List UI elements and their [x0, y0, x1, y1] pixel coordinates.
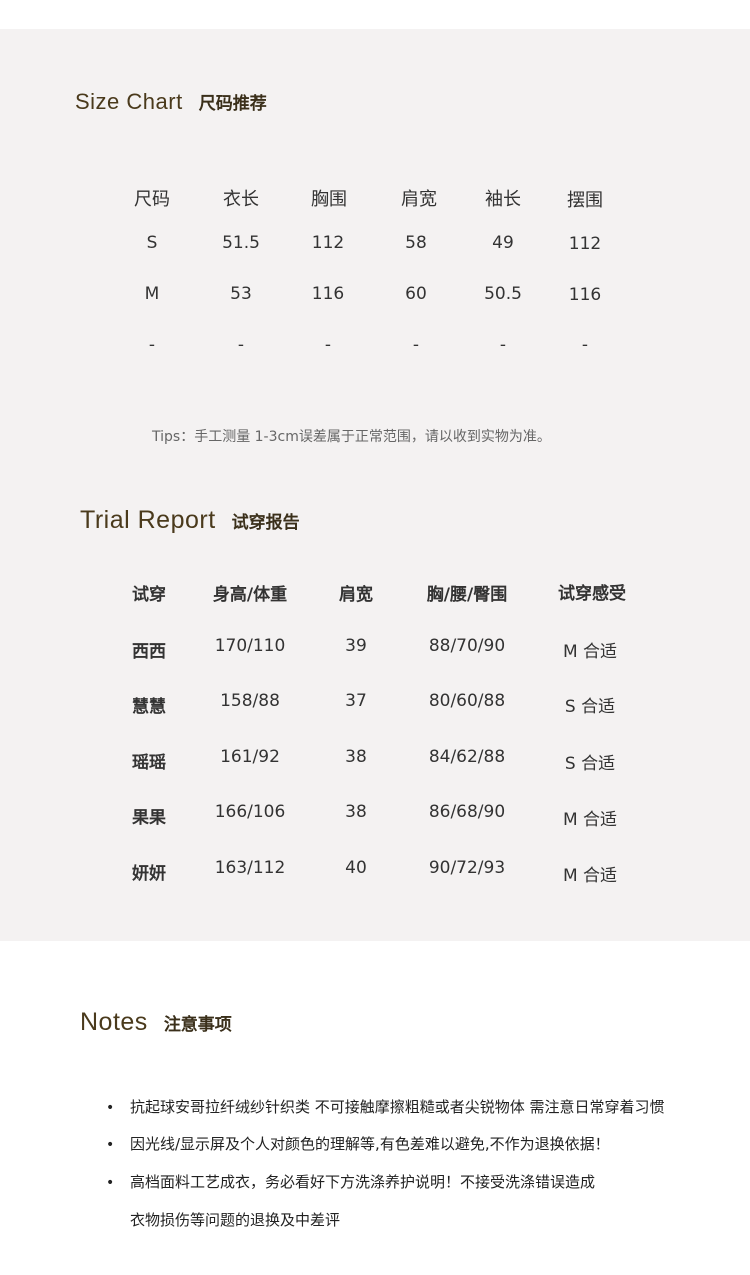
note-item: • 抗起球安哥拉纤绒纱针织类 不可接触摩擦粗糙或者尖锐物体 需注意日常穿着习惯: [106, 1096, 665, 1117]
trial-cell: 38: [345, 747, 367, 767]
size-header-cell: 尺码: [134, 189, 170, 210]
note-item: • 高档面料工艺成衣，务必看好下方洗涤养护说明！不接受洗涤错误造成: [106, 1171, 595, 1192]
trial-header-cell: 身高/体重: [212, 585, 288, 605]
trial-header-cell: 胸/腰/臀围: [426, 585, 508, 605]
trial-cell: 38: [345, 802, 367, 822]
trial-cell: 158/88: [220, 691, 280, 711]
size-cell: 50.5: [484, 284, 522, 304]
size-cell: 112: [311, 233, 345, 253]
size-cell: 49: [492, 233, 514, 253]
size-cell: -: [412, 335, 420, 355]
trial-report-title-en: Trial Report: [80, 506, 216, 534]
trial-cell: M 合适: [562, 866, 618, 886]
trial-cell: 37: [345, 691, 367, 711]
trial-cell: 80/60/88: [428, 691, 506, 711]
size-cell: 112: [568, 234, 602, 254]
trial-cell: 86/68/90: [428, 802, 506, 822]
trial-cell: 90/72/93: [428, 858, 506, 878]
size-header-cell: 衣长: [223, 189, 259, 210]
trial-cell: M 合适: [562, 810, 618, 830]
note-text: 因光线/显示屏及个人对颜色的理解等,有色差难以避免,不作为退换依据！: [130, 1135, 610, 1153]
size-cell: 116: [311, 284, 345, 304]
size-cell: 51.5: [222, 233, 260, 253]
bullet-icon: •: [106, 1175, 115, 1191]
trial-cell: M 合适: [562, 642, 618, 662]
note-continuation: 衣物损伤等问题的退换及中差评: [130, 1211, 341, 1229]
trial-cell: 170/110: [214, 636, 286, 656]
size-cell: -: [581, 335, 589, 355]
trial-cell: 瑶瑶: [132, 753, 166, 773]
size-cell: -: [148, 335, 156, 355]
trial-report-title: Trial Report 试穿报告: [80, 506, 300, 535]
trial-cell: 166/106: [214, 802, 286, 822]
size-trial-panel: [0, 29, 750, 941]
notes-title-cn: 注意事项: [163, 1015, 232, 1035]
trial-cell: 西西: [132, 642, 166, 662]
trial-cell: 88/70/90: [428, 636, 506, 656]
trial-cell: 163/112: [214, 858, 286, 878]
notes-title-en: Notes: [80, 1008, 148, 1036]
trial-cell: 40: [345, 858, 367, 878]
size-chart-title-en: Size Chart: [75, 89, 183, 114]
trial-header-cell: 试穿感受: [558, 584, 626, 604]
size-cell: 53: [230, 284, 252, 304]
notes-title: Notes 注意事项: [80, 1008, 232, 1037]
size-cell: -: [324, 335, 332, 355]
trial-cell: 妍妍: [132, 864, 166, 884]
size-header-cell: 袖长: [485, 189, 521, 210]
trial-cell: 慧慧: [132, 697, 166, 717]
size-header-cell: 肩宽: [401, 189, 437, 210]
size-header-cell: 摆围: [567, 190, 603, 211]
size-cell: -: [237, 335, 245, 355]
size-cell: 58: [405, 233, 427, 253]
size-cell: S: [146, 233, 158, 253]
bullet-icon: •: [106, 1137, 115, 1153]
trial-cell: 84/62/88: [428, 747, 506, 767]
trial-cell: S 合适: [564, 754, 616, 774]
trial-cell: 39: [345, 636, 367, 656]
trial-cell: 161/92: [220, 747, 280, 767]
bullet-icon: •: [106, 1100, 115, 1116]
size-header-cell: 胸围: [311, 189, 347, 210]
note-text: 抗起球安哥拉纤绒纱针织类 不可接触摩擦粗糙或者尖锐物体 需注意日常穿着习惯: [130, 1098, 665, 1116]
size-tips: Tips：手工测量 1-3cm误差属于正常范围，请以收到实物为准。: [152, 429, 551, 445]
size-chart-title: Size Chart 尺码推荐: [75, 89, 267, 115]
trial-cell: S 合适: [564, 697, 616, 717]
size-cell: M: [144, 284, 160, 304]
note-item: • 因光线/显示屏及个人对颜色的理解等,有色差难以避免,不作为退换依据！: [106, 1133, 610, 1154]
trial-report-title-cn: 试穿报告: [231, 513, 300, 533]
trial-header-cell: 试穿: [132, 585, 166, 605]
size-cell: 60: [405, 284, 427, 304]
trial-cell: 果果: [132, 808, 166, 828]
size-cell: 116: [568, 285, 602, 305]
note-text: 高档面料工艺成衣，务必看好下方洗涤养护说明！不接受洗涤错误造成: [130, 1173, 596, 1191]
size-cell: -: [499, 335, 507, 355]
trial-header-cell: 肩宽: [339, 585, 373, 605]
size-chart-title-cn: 尺码推荐: [198, 94, 267, 114]
